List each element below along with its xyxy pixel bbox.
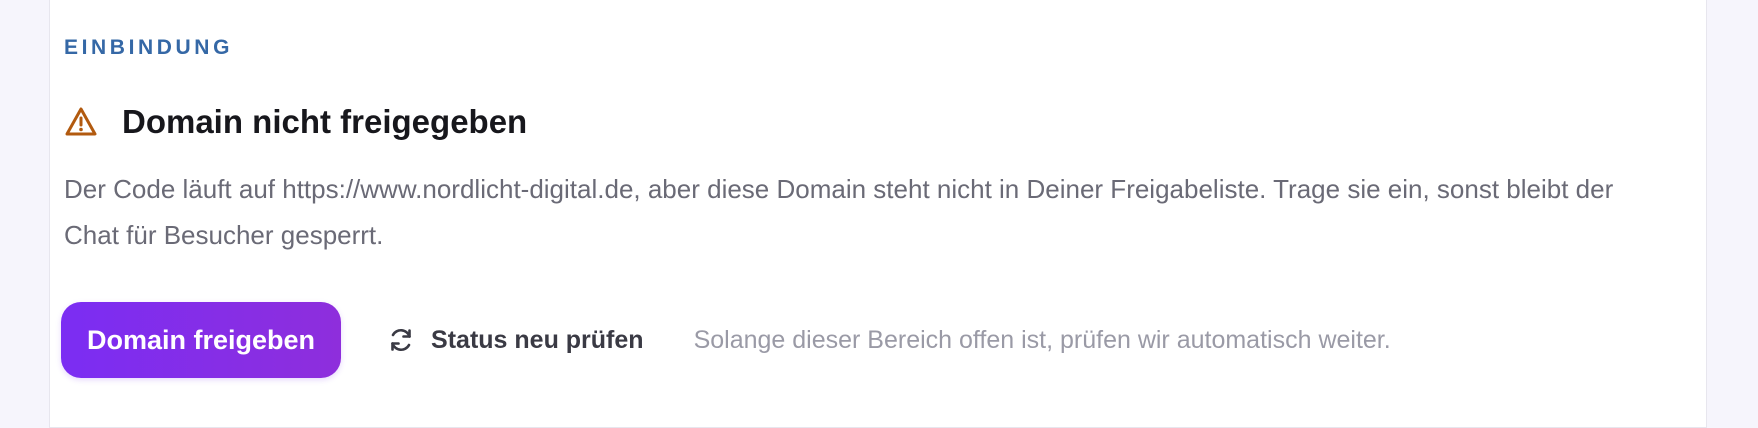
recheck-status-label: Status neu prüfen [431, 325, 644, 354]
approve-domain-button[interactable]: Domain freigeben [61, 302, 342, 378]
section-label: EINBINDUNG [64, 36, 234, 59]
warning-triangle-icon [64, 106, 98, 138]
auto-check-hint: Solange dieser Bereich offen ist, prüfen… [693, 325, 1391, 354]
alert-title: Domain nicht freigegeben [122, 103, 528, 140]
action-bar: Domain freigeben Status neu prüfen Solan… [61, 302, 1391, 378]
recheck-status-button[interactable]: Status neu prüfen [387, 326, 644, 355]
alert-description: Der Code läuft auf https://www.nordlicht… [64, 174, 1614, 250]
alert-header: Domain nicht freigegeben [64, 100, 527, 144]
refresh-icon [387, 326, 415, 354]
